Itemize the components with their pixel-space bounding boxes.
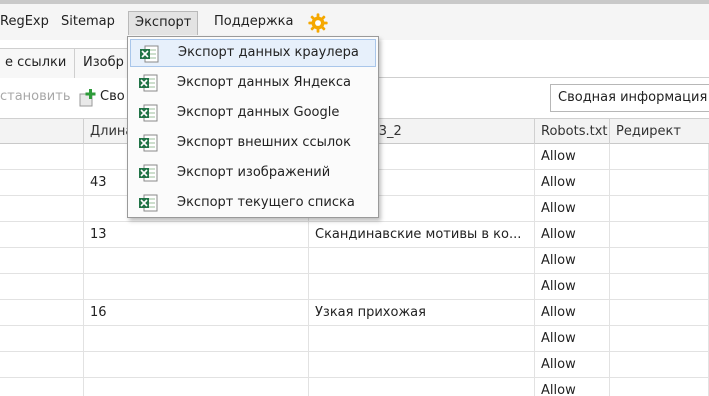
cell-robots: Allow [535, 352, 610, 378]
add-button[interactable]: Сво [100, 89, 125, 104]
export-yandex-label: Экспорт данных Яндекса [177, 75, 352, 90]
table-row[interactable]: 13 Скандинавские мотивы в ко... Allow [0, 222, 709, 248]
export-images-label: Экспорт изображений [177, 165, 331, 180]
cell-first [0, 170, 84, 196]
cell-h3 [309, 248, 535, 274]
export-external-links-label: Экспорт внешних ссылок [177, 135, 351, 150]
cell-robots: Allow [535, 248, 610, 274]
cell-length [84, 352, 309, 378]
cell-length: 16 [84, 300, 309, 326]
export-external-links-item[interactable]: Экспорт внешних ссылок [130, 129, 376, 157]
table-row[interactable]: Allow [0, 378, 709, 396]
cell-h3: Скандинавские мотивы в ко... [309, 222, 535, 248]
cell-robots: Allow [535, 300, 610, 326]
excel-icon [138, 134, 158, 152]
cell-length [84, 326, 309, 352]
cell-h3 [309, 274, 535, 300]
cell-h3 [309, 326, 535, 352]
menu-support[interactable]: Поддержка [208, 11, 300, 35]
cell-first [0, 222, 84, 248]
excel-icon [138, 164, 158, 182]
cell-redirect [610, 248, 709, 274]
cell-redirect [610, 222, 709, 248]
export-yandex-item[interactable]: Экспорт данных Яндекса [130, 69, 376, 97]
column-header-redirect[interactable]: Редирект [610, 119, 709, 144]
export-crawler-item[interactable]: Экспорт данных краулера [130, 39, 376, 67]
export-google-label: Экспорт данных Google [177, 105, 340, 120]
export-images-item[interactable]: Экспорт изображений [130, 159, 376, 187]
cell-redirect [610, 378, 709, 396]
table-row[interactable]: 16 Узкая прихожая Allow [0, 300, 709, 326]
cell-h3: Узкая прихожая [309, 300, 535, 326]
excel-icon [139, 45, 159, 63]
cell-redirect [610, 170, 709, 196]
summary-select[interactable]: Сводная информация [550, 84, 709, 112]
cell-robots: Allow [535, 170, 610, 196]
cell-length [84, 248, 309, 274]
green-plus-icon[interactable] [78, 88, 98, 108]
cell-redirect [610, 274, 709, 300]
cell-first [0, 248, 84, 274]
export-google-item[interactable]: Экспорт данных Google [130, 99, 376, 127]
cell-first [0, 274, 84, 300]
menu-bar: RegExp Sitemap Экспорт Поддержка [0, 4, 709, 40]
cell-redirect [610, 196, 709, 222]
export-current-list-item[interactable]: Экспорт текущего списка [130, 189, 376, 217]
cell-robots: Allow [535, 196, 610, 222]
table-row[interactable]: Allow [0, 326, 709, 352]
export-dropdown-menu: Экспорт данных краулера Экспорт данных Я… [127, 36, 379, 218]
cell-first [0, 300, 84, 326]
cell-redirect [610, 144, 709, 170]
cell-length [84, 274, 309, 300]
cell-h3 [309, 378, 535, 396]
cell-first [0, 352, 84, 378]
export-current-list-label: Экспорт текущего списка [177, 195, 355, 210]
menu-regexp[interactable]: RegExp [0, 11, 55, 35]
restore-button[interactable]: становить [0, 89, 70, 104]
cell-redirect [610, 300, 709, 326]
table-row[interactable]: Allow [0, 274, 709, 300]
excel-icon [138, 194, 158, 212]
menu-export[interactable]: Экспорт [128, 11, 199, 35]
table-row[interactable]: Allow [0, 352, 709, 378]
cell-robots: Allow [535, 326, 610, 352]
cell-robots: Allow [535, 378, 610, 396]
gear-icon[interactable] [307, 12, 329, 34]
cell-first [0, 144, 84, 170]
cell-h3 [309, 352, 535, 378]
cell-first [0, 196, 84, 222]
table-row[interactable]: Allow [0, 248, 709, 274]
cell-redirect [610, 352, 709, 378]
cell-length: 13 [84, 222, 309, 248]
menu-sitemap[interactable]: Sitemap [55, 11, 121, 35]
cell-length [84, 378, 309, 396]
column-header-first[interactable] [0, 119, 84, 144]
cell-robots: Allow [535, 144, 610, 170]
column-header-robots[interactable]: Robots.txt [535, 119, 610, 144]
export-crawler-label: Экспорт данных краулера [178, 45, 359, 60]
cell-robots: Allow [535, 274, 610, 300]
tab-images[interactable]: Изобр [74, 48, 133, 78]
cell-robots: Allow [535, 222, 610, 248]
cell-first [0, 326, 84, 352]
excel-icon [138, 104, 158, 122]
cell-first [0, 378, 84, 396]
excel-icon [138, 74, 158, 92]
cell-redirect [610, 326, 709, 352]
tab-links[interactable]: е ссылки [0, 48, 76, 78]
